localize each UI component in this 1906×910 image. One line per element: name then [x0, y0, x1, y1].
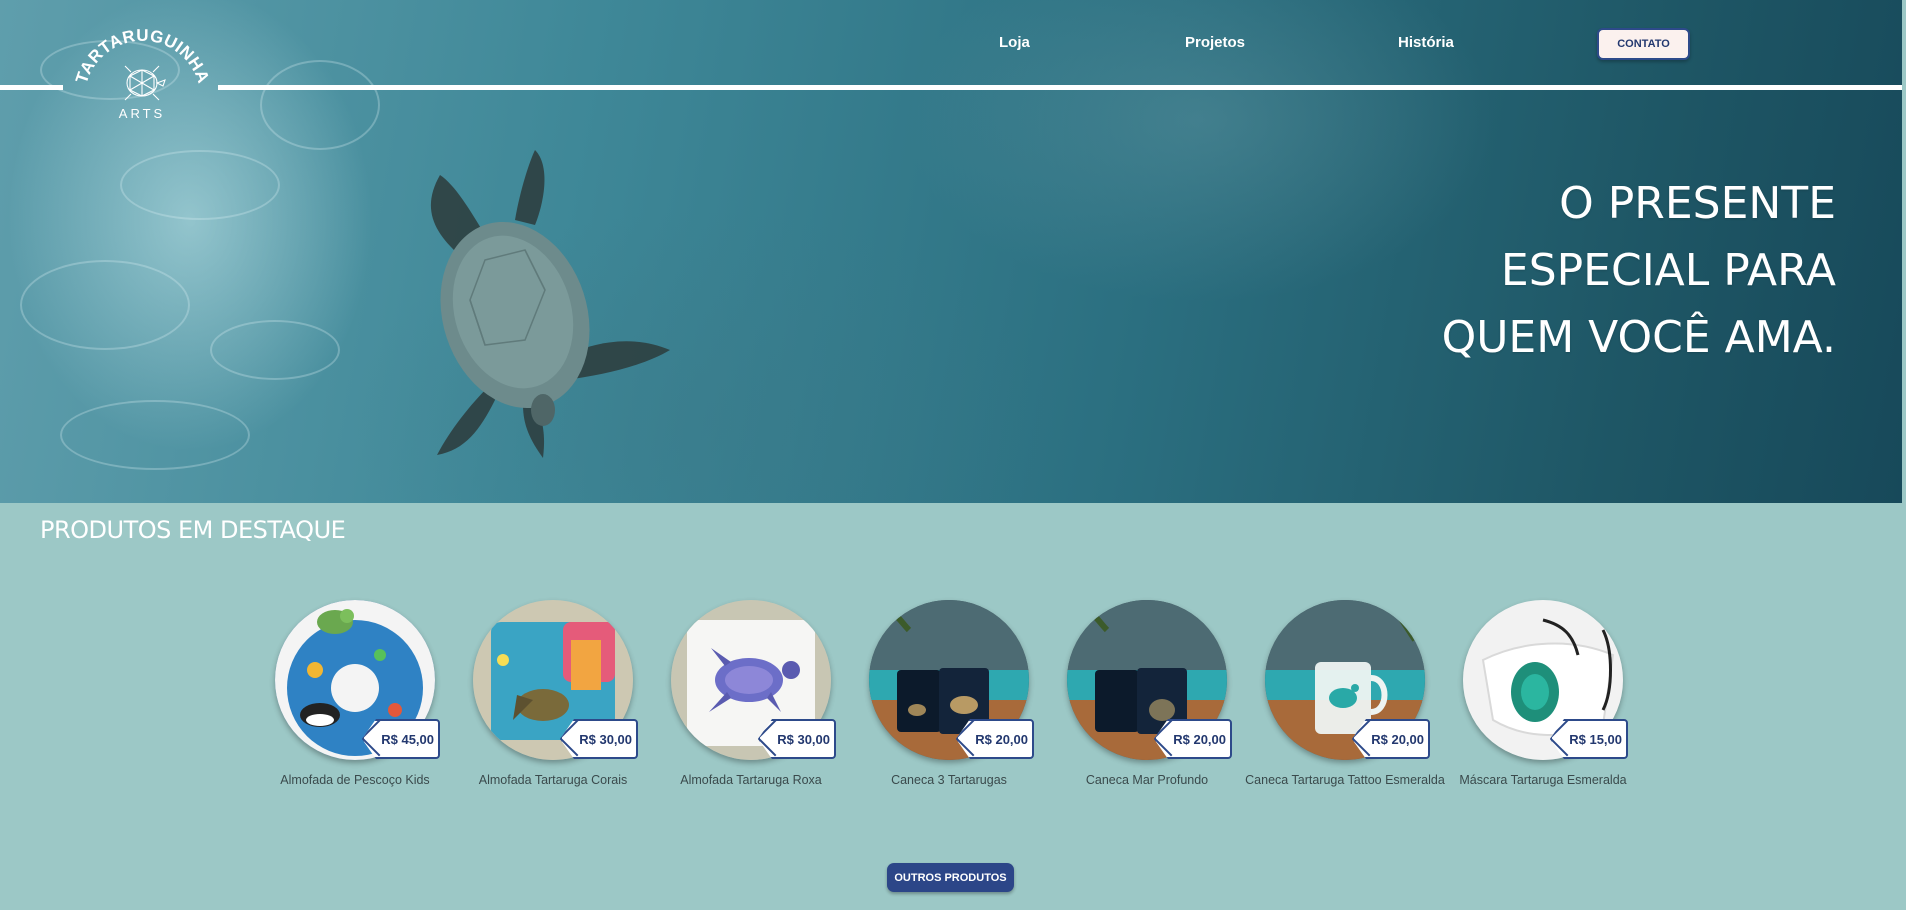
product-name[interactable]: Almofada de Pescoço Kids	[250, 774, 460, 787]
hero-banner: TARTARUGUINHA ARTS Loja Projetos Históri…	[0, 0, 1902, 503]
brand-logo[interactable]: TARTARUGUINHA ARTS	[75, 20, 210, 125]
water-caustic	[210, 320, 340, 380]
sea-turtle-image	[430, 150, 670, 458]
price-tag: R$ 30,00	[758, 719, 836, 759]
contact-button[interactable]: CONTATO	[1597, 28, 1690, 60]
price-tag: R$ 30,00	[560, 719, 638, 759]
nav-divider-right	[218, 85, 1902, 90]
headline-line: ESPECIAL PARA	[1500, 245, 1836, 296]
water-caustic	[120, 150, 280, 220]
product-name[interactable]: Almofada Tartaruga Corais	[448, 774, 658, 787]
product-name[interactable]: Máscara Tartaruga Esmeralda	[1438, 774, 1648, 787]
water-caustic	[20, 260, 190, 350]
headline-line: QUEM VOCÊ AMA.	[1441, 312, 1836, 363]
product-name[interactable]: Almofada Tartaruga Roxa	[646, 774, 856, 787]
water-caustic	[260, 60, 380, 150]
price-tag: R$ 20,00	[1352, 719, 1430, 759]
nav-divider-left	[0, 85, 63, 90]
hero-headline: O PRESENTE ESPECIAL PARA QUEM VOCÊ AMA.	[1442, 170, 1836, 371]
price-tag: R$ 20,00	[1154, 719, 1232, 759]
logo-turtle-icon	[124, 65, 166, 101]
product-name[interactable]: Caneca Mar Profundo	[1042, 774, 1252, 787]
products-section-title: PRODUTOS EM DESTAQUE	[40, 516, 346, 544]
price-tag: R$ 45,00	[362, 719, 440, 759]
nav-link-historia[interactable]: História	[1398, 34, 1454, 51]
other-products-button[interactable]: OUTROS PRODUTOS	[887, 863, 1014, 892]
product-name[interactable]: Caneca Tartaruga Tattoo Esmeralda	[1240, 774, 1450, 787]
product-name[interactable]: Caneca 3 Tartarugas	[844, 774, 1054, 787]
water-caustic	[60, 400, 250, 470]
nav-link-projetos[interactable]: Projetos	[1185, 34, 1245, 51]
price-tag: R$ 20,00	[956, 719, 1034, 759]
logo-text-bottom: ARTS	[119, 106, 165, 121]
headline-line: O PRESENTE	[1559, 178, 1836, 229]
price-tag: R$ 15,00	[1550, 719, 1628, 759]
nav-link-loja[interactable]: Loja	[999, 34, 1030, 51]
